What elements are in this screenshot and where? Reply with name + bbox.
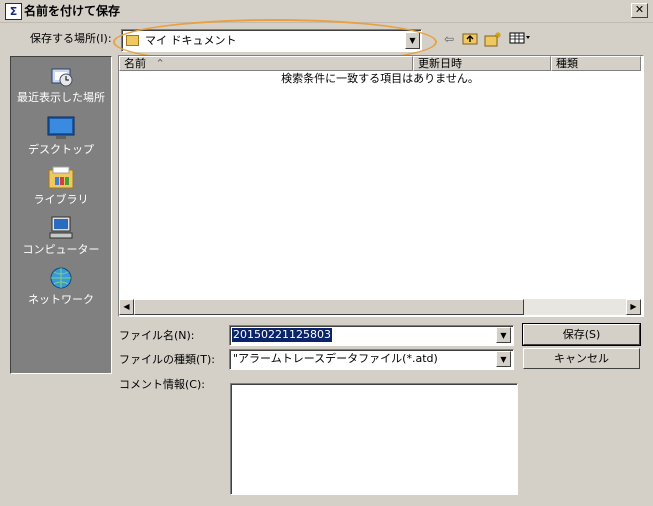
cancel-button[interactable]: キャンセル <box>523 348 640 369</box>
places-bar: 最近表示した場所 デスクトップ ライブラリ コンピューター ネットワーク <box>10 56 112 374</box>
filetype-value: "アラームトレースデータファイル(*.atd) <box>233 352 438 365</box>
horizontal-scrollbar[interactable]: ◀ ▶ <box>119 299 641 315</box>
save-button[interactable]: 保存(S) <box>522 323 641 346</box>
recent-places-icon <box>46 63 76 89</box>
desktop-icon <box>46 115 76 141</box>
place-label-computer: コンピューター <box>22 243 100 256</box>
file-list[interactable]: 名前 ⌃ 更新日時 種類 検索条件に一致する項目はありません。 ◀ ▶ <box>118 55 644 317</box>
place-network[interactable]: ネットワーク <box>11 265 111 306</box>
scroll-right-button[interactable]: ▶ <box>626 299 641 315</box>
location-label: 保存する場所(I): <box>30 32 112 45</box>
column-header-type[interactable]: 種類 <box>551 56 641 71</box>
window-title: 名前を付けて保存 <box>24 4 121 18</box>
place-recent[interactable]: 最近表示した場所 <box>11 63 111 104</box>
column-label-type: 種類 <box>556 57 578 70</box>
place-label-desktop: デスクトップ <box>28 143 94 156</box>
empty-message: 検索条件に一致する項目はありません。 <box>281 72 479 85</box>
place-label-network: ネットワーク <box>28 293 94 306</box>
filetype-label: ファイルの種類(T): <box>119 353 216 366</box>
column-header-date[interactable]: 更新日時 <box>413 56 551 71</box>
place-label-libraries: ライブラリ <box>33 193 89 206</box>
view-menu-icon[interactable] <box>508 31 532 47</box>
back-icon[interactable]: ⇦ <box>440 31 458 47</box>
place-desktop[interactable]: デスクトップ <box>11 115 111 156</box>
new-folder-icon[interactable] <box>484 31 502 47</box>
computer-icon <box>46 215 76 241</box>
scroll-left-button[interactable]: ◀ <box>119 299 134 315</box>
libraries-icon <box>46 165 76 191</box>
filename-dropdown-button[interactable]: ▼ <box>496 327 511 343</box>
column-header-name[interactable]: 名前 ⌃ <box>119 56 413 71</box>
filetype-dropdown-button[interactable]: ▼ <box>496 351 511 367</box>
network-icon <box>46 265 76 291</box>
scroll-thumb[interactable] <box>134 299 524 315</box>
sort-arrow-icon: ⌃ <box>155 57 165 70</box>
filename-field[interactable]: 20150221125803 ▼ <box>229 325 514 346</box>
comment-label: コメント情報(C): <box>119 378 205 391</box>
comment-textarea[interactable] <box>230 383 518 495</box>
column-label-name: 名前 <box>124 57 146 70</box>
place-libraries[interactable]: ライブラリ <box>11 165 111 206</box>
filename-label: ファイル名(N): <box>119 329 195 342</box>
filetype-dropdown[interactable]: "アラームトレースデータファイル(*.atd) ▼ <box>229 349 514 370</box>
close-button[interactable]: ✕ <box>631 3 648 18</box>
column-label-date: 更新日時 <box>418 57 462 70</box>
place-computer[interactable]: コンピューター <box>11 215 111 256</box>
up-folder-icon[interactable] <box>461 31 479 47</box>
place-label-recent: 最近表示した場所 <box>17 91 105 104</box>
filename-value: 20150221125803 <box>232 328 332 342</box>
app-icon: Σ <box>5 3 22 20</box>
